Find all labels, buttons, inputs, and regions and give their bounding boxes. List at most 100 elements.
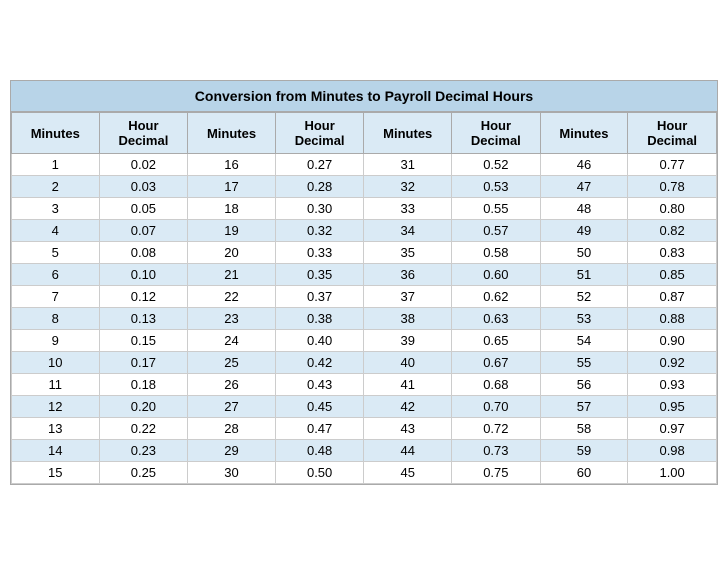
- table-row: 80.13230.38380.63530.88: [12, 308, 717, 330]
- table-cell: 23: [188, 308, 276, 330]
- table-cell: 0.83: [628, 242, 717, 264]
- table-cell: 11: [12, 374, 100, 396]
- table-cell: 8: [12, 308, 100, 330]
- table-cell: 0.53: [452, 176, 541, 198]
- table-body: 10.02160.27310.52460.7720.03170.28320.53…: [12, 154, 717, 484]
- table-cell: 0.22: [99, 418, 188, 440]
- table-cell: 0.85: [628, 264, 717, 286]
- table-cell: 0.32: [275, 220, 364, 242]
- table-cell: 0.43: [275, 374, 364, 396]
- table-cell: 0.08: [99, 242, 188, 264]
- table-cell: 0.58: [452, 242, 541, 264]
- table-row: 90.15240.40390.65540.90: [12, 330, 717, 352]
- table-cell: 12: [12, 396, 100, 418]
- table-cell: 37: [364, 286, 452, 308]
- table-cell: 0.97: [628, 418, 717, 440]
- table-cell: 43: [364, 418, 452, 440]
- table-cell: 9: [12, 330, 100, 352]
- table-cell: 46: [540, 154, 628, 176]
- table-cell: 0.63: [452, 308, 541, 330]
- table-cell: 0.95: [628, 396, 717, 418]
- table-cell: 0.72: [452, 418, 541, 440]
- table-cell: 0.37: [275, 286, 364, 308]
- table-cell: 58: [540, 418, 628, 440]
- table-cell: 0.52: [452, 154, 541, 176]
- table-cell: 27: [188, 396, 276, 418]
- table-cell: 0.30: [275, 198, 364, 220]
- table-cell: 0.80: [628, 198, 717, 220]
- table-cell: 0.20: [99, 396, 188, 418]
- table-cell: 50: [540, 242, 628, 264]
- table-cell: 0.07: [99, 220, 188, 242]
- table-cell: 0.40: [275, 330, 364, 352]
- table-row: 50.08200.33350.58500.83: [12, 242, 717, 264]
- table-cell: 59: [540, 440, 628, 462]
- table-cell: 22: [188, 286, 276, 308]
- table-cell: 0.90: [628, 330, 717, 352]
- table-cell: 55: [540, 352, 628, 374]
- table-cell: 0.02: [99, 154, 188, 176]
- table-cell: 0.48: [275, 440, 364, 462]
- table-cell: 49: [540, 220, 628, 242]
- table-cell: 53: [540, 308, 628, 330]
- table-cell: 0.57: [452, 220, 541, 242]
- table-row: 60.10210.35360.60510.85: [12, 264, 717, 286]
- header-dec1: HourDecimal: [99, 113, 188, 154]
- table-cell: 1: [12, 154, 100, 176]
- header-dec2: HourDecimal: [275, 113, 364, 154]
- table-cell: 16: [188, 154, 276, 176]
- table-cell: 18: [188, 198, 276, 220]
- table-cell: 34: [364, 220, 452, 242]
- conversion-table: Minutes HourDecimal Minutes HourDecimal …: [11, 112, 717, 484]
- table-cell: 0.35: [275, 264, 364, 286]
- table-cell: 42: [364, 396, 452, 418]
- table-row: 130.22280.47430.72580.97: [12, 418, 717, 440]
- table-cell: 0.45: [275, 396, 364, 418]
- table-row: 30.05180.30330.55480.80: [12, 198, 717, 220]
- table-row: 150.25300.50450.75601.00: [12, 462, 717, 484]
- table-cell: 0.13: [99, 308, 188, 330]
- table-cell: 0.93: [628, 374, 717, 396]
- table-cell: 0.50: [275, 462, 364, 484]
- table-cell: 0.60: [452, 264, 541, 286]
- table-cell: 35: [364, 242, 452, 264]
- table-cell: 2: [12, 176, 100, 198]
- table-row: 20.03170.28320.53470.78: [12, 176, 717, 198]
- table-cell: 0.87: [628, 286, 717, 308]
- table-cell: 0.15: [99, 330, 188, 352]
- table-cell: 0.55: [452, 198, 541, 220]
- table-cell: 3: [12, 198, 100, 220]
- table-cell: 0.23: [99, 440, 188, 462]
- table-cell: 0.82: [628, 220, 717, 242]
- table-cell: 0.75: [452, 462, 541, 484]
- table-cell: 56: [540, 374, 628, 396]
- table-row: 140.23290.48440.73590.98: [12, 440, 717, 462]
- table-cell: 0.65: [452, 330, 541, 352]
- table-title: Conversion from Minutes to Payroll Decim…: [11, 81, 717, 112]
- table-cell: 0.27: [275, 154, 364, 176]
- table-cell: 44: [364, 440, 452, 462]
- table-cell: 24: [188, 330, 276, 352]
- table-cell: 0.25: [99, 462, 188, 484]
- table-cell: 0.73: [452, 440, 541, 462]
- table-cell: 0.38: [275, 308, 364, 330]
- table-cell: 60: [540, 462, 628, 484]
- table-cell: 28: [188, 418, 276, 440]
- table-cell: 5: [12, 242, 100, 264]
- table-cell: 0.33: [275, 242, 364, 264]
- table-cell: 29: [188, 440, 276, 462]
- table-cell: 0.17: [99, 352, 188, 374]
- table-cell: 54: [540, 330, 628, 352]
- table-cell: 0.18: [99, 374, 188, 396]
- header-min1: Minutes: [12, 113, 100, 154]
- table-cell: 15: [12, 462, 100, 484]
- table-cell: 21: [188, 264, 276, 286]
- table-cell: 57: [540, 396, 628, 418]
- table-cell: 30: [188, 462, 276, 484]
- table-row: 100.17250.42400.67550.92: [12, 352, 717, 374]
- table-cell: 19: [188, 220, 276, 242]
- table-cell: 13: [12, 418, 100, 440]
- table-cell: 6: [12, 264, 100, 286]
- table-cell: 26: [188, 374, 276, 396]
- table-cell: 0.68: [452, 374, 541, 396]
